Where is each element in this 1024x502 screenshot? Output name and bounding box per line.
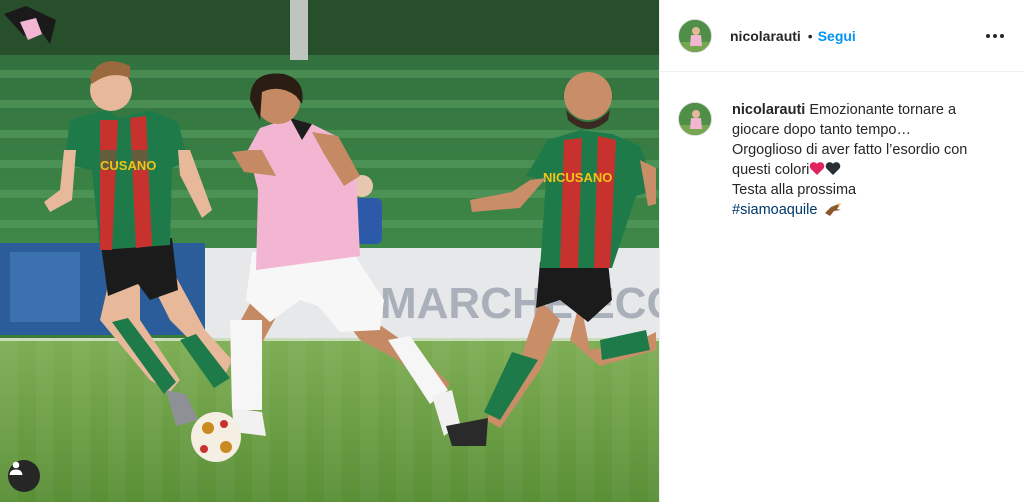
user-tag-icon	[9, 461, 23, 475]
caption-line-5: Testa alla prossima	[732, 182, 857, 198]
football	[191, 412, 241, 462]
caption-line-1: Emozionante tornare a	[809, 102, 957, 118]
black-heart-icon	[826, 162, 841, 175]
post-header: nicolarauti • Segui	[660, 0, 1024, 72]
palermo-logo-icon	[4, 6, 56, 44]
caption-line-4: questi colori	[732, 162, 810, 178]
ad-board-text: MARCHE ECCELLENZA	[380, 279, 659, 328]
football-photo: MARCHE ECCELLENZA CUSANO	[0, 0, 659, 502]
post-side-panel: nicolarauti • Segui nicolarauti Emoziona…	[659, 0, 1024, 502]
instagram-post: MARCHE ECCELLENZA CUSANO	[0, 0, 1024, 502]
profile-picture	[679, 103, 711, 135]
header-username[interactable]: nicolarauti	[730, 28, 801, 44]
caption-avatar[interactable]	[678, 102, 712, 136]
caption: nicolarauti Emozionante tornare a giocar…	[678, 100, 1008, 220]
caption-text: nicolarauti Emozionante tornare a giocar…	[732, 100, 967, 220]
shirt-sponsor-left: CUSANO	[100, 158, 156, 173]
separator-dot: •	[807, 27, 813, 44]
hashtag-link[interactable]: #siamoaquile	[732, 202, 817, 218]
red-heart-icon	[810, 162, 825, 175]
more-options-button[interactable]	[982, 28, 1008, 44]
more-horizontal-icon	[986, 33, 990, 38]
caption-line-2: giocare dopo tanto tempo…	[732, 122, 911, 138]
eagle-icon	[825, 203, 842, 216]
avatar[interactable]	[678, 18, 712, 53]
caption-username[interactable]: nicolarauti	[732, 102, 805, 118]
user-tag-button[interactable]	[8, 460, 40, 492]
caption-line-3: Orgoglioso di aver fatto l’esordio con	[732, 142, 968, 158]
follow-button[interactable]: Segui	[818, 28, 856, 44]
shirt-sponsor-right: NICUSANO	[543, 170, 612, 185]
profile-picture	[679, 19, 711, 52]
post-photo[interactable]: MARCHE ECCELLENZA CUSANO	[0, 0, 659, 502]
